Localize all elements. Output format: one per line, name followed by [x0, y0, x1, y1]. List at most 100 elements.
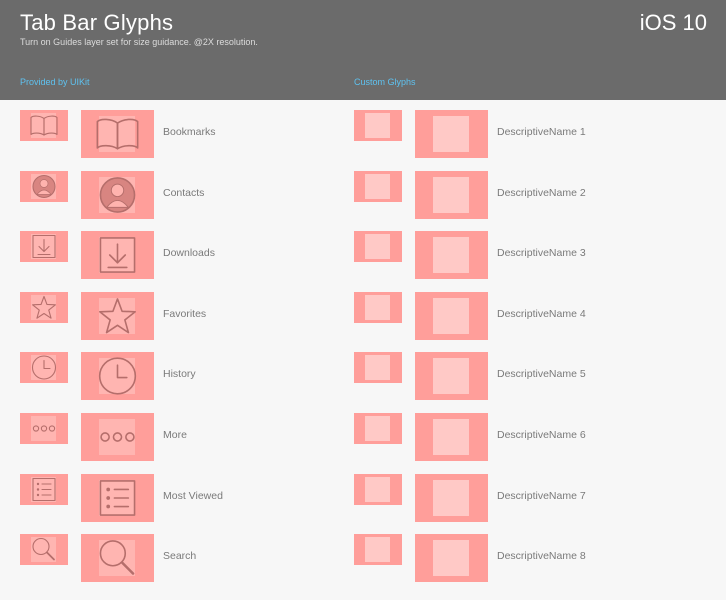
- glyph-tile-2x: [81, 413, 154, 461]
- placeholder-icon: [433, 297, 469, 334]
- glyph-tile-1x: [354, 413, 402, 444]
- custom-glyph-row: DescriptiveName 1: [354, 110, 684, 158]
- glyph-tile-2x: [415, 110, 488, 158]
- glyph-tile-2x: [415, 534, 488, 583]
- glyph-tile-1x: [20, 231, 68, 263]
- glyph-row-more: More: [20, 413, 350, 461]
- glyph-row-history: History: [20, 352, 350, 401]
- glyph-label: DescriptiveName 1: [497, 126, 586, 138]
- glyph-tile-1x: [20, 170, 68, 202]
- custom-glyph-row: DescriptiveName 3: [354, 231, 684, 280]
- glyph-tile-2x: [415, 473, 488, 522]
- glyph-tile-1x: [20, 413, 68, 444]
- glyph-tile-1x: [354, 291, 402, 323]
- glyph-tile-2x: [81, 291, 154, 340]
- placeholder-icon: [365, 476, 390, 502]
- glyph-row-favorites: Favorites: [20, 291, 350, 340]
- glyph-row-most-viewed: Most Viewed: [20, 473, 350, 522]
- placeholder-icon: [433, 540, 469, 577]
- contacts-icon: [99, 176, 136, 213]
- placeholder-icon: [365, 234, 390, 260]
- placeholder-icon: [365, 173, 390, 199]
- glyph-label: Downloads: [163, 247, 215, 260]
- custom-glyph-row: DescriptiveName 4: [354, 291, 684, 340]
- placeholder-icon: [433, 176, 469, 213]
- glyph-tile-2x: [415, 170, 488, 219]
- search-icon: [32, 538, 55, 561]
- glyph-tile-2x: [81, 352, 154, 401]
- glyph-tile-1x: [20, 534, 68, 566]
- glyph-tile-1x: [354, 352, 402, 384]
- custom-glyph-row: DescriptiveName 5: [354, 352, 684, 401]
- glyph-tile-1x: [20, 352, 68, 384]
- search-icon: [99, 540, 135, 575]
- custom-glyph-row: DescriptiveName 7: [354, 473, 684, 522]
- glyph-tile-2x: [415, 352, 488, 401]
- glyph-tile-2x: [81, 110, 154, 158]
- favorites-icon: [32, 295, 56, 319]
- glyph-tile-1x: [354, 110, 402, 141]
- glyph-label: DescriptiveName 4: [497, 307, 586, 320]
- section-label-custom: Custom Glyphs: [354, 77, 416, 87]
- glyph-label: DescriptiveName 7: [497, 489, 586, 502]
- glyph-row-downloads: Downloads: [20, 231, 350, 280]
- custom-glyph-row: DescriptiveName 6: [354, 413, 684, 461]
- glyph-label: More: [163, 429, 187, 441]
- bookmarks-icon: [96, 118, 139, 150]
- placeholder-icon: [365, 113, 390, 138]
- custom-glyph-row: DescriptiveName 2: [354, 170, 684, 219]
- glyph-label: DescriptiveName 3: [497, 247, 586, 260]
- glyph-tile-2x: [81, 170, 154, 219]
- glyph-tile-2x: [81, 231, 154, 280]
- glyph-label: Search: [163, 550, 197, 563]
- placeholder-icon: [433, 358, 469, 395]
- glyph-label: DescriptiveName 5: [497, 368, 586, 381]
- section-label-uikit: Provided by UIKit: [20, 77, 90, 87]
- placeholder-icon: [365, 416, 390, 441]
- glyph-tile-2x: [415, 413, 488, 461]
- glyph-tile-1x: [354, 170, 402, 202]
- glyph-tile-2x: [81, 473, 154, 522]
- glyph-row-bookmarks: Bookmarks: [20, 110, 350, 158]
- downloads-icon: [99, 237, 136, 274]
- placeholder-icon: [433, 419, 469, 455]
- glyph-label: Favorites: [163, 307, 207, 320]
- more-icon: [32, 425, 56, 432]
- placeholder-icon: [433, 116, 469, 152]
- glyph-label: DescriptiveName 2: [497, 186, 586, 199]
- placeholder-icon: [365, 537, 390, 563]
- glyph-tile-1x: [20, 473, 68, 505]
- glyph-label: DescriptiveName 6: [497, 429, 586, 441]
- downloads-icon: [32, 235, 56, 259]
- custom-glyph-row: DescriptiveName 8: [354, 534, 684, 583]
- page-title: Tab Bar Glyphs: [20, 10, 174, 35]
- glyph-tile-2x: [415, 291, 488, 340]
- platform-version: iOS 10: [639, 10, 707, 35]
- header-bar: Tab Bar Glyphs Turn on Guides layer set …: [0, 0, 726, 100]
- favorites-icon: [99, 297, 136, 334]
- placeholder-icon: [365, 355, 390, 381]
- contacts-icon: [32, 174, 56, 198]
- placeholder-icon: [365, 294, 390, 320]
- history-icon: [31, 355, 57, 380]
- glyph-tile-1x: [20, 110, 68, 141]
- bookmarks-icon: [30, 115, 58, 136]
- glyph-tile-1x: [354, 231, 402, 263]
- glyph-tile-2x: [81, 534, 154, 583]
- glyph-row-contacts: Contacts: [20, 170, 350, 219]
- glyph-row-search: Search: [20, 534, 350, 583]
- glyph-tile-2x: [415, 231, 488, 280]
- more-icon: [100, 432, 135, 442]
- glyph-label: Bookmarks: [163, 126, 216, 138]
- glyph-label: DescriptiveName 8: [497, 550, 586, 563]
- glyph-label: Most Viewed: [163, 489, 223, 502]
- most-viewed-icon: [32, 477, 56, 501]
- glyph-label: Contacts: [163, 186, 205, 199]
- glyph-tile-1x: [354, 473, 402, 505]
- most-viewed-icon: [99, 479, 136, 516]
- placeholder-icon: [433, 479, 469, 516]
- placeholder-icon: [433, 237, 469, 274]
- page-subtitle: Turn on Guides layer set for size guidan…: [20, 37, 258, 47]
- glyph-tile-1x: [354, 534, 402, 566]
- glyph-tile-1x: [20, 291, 68, 323]
